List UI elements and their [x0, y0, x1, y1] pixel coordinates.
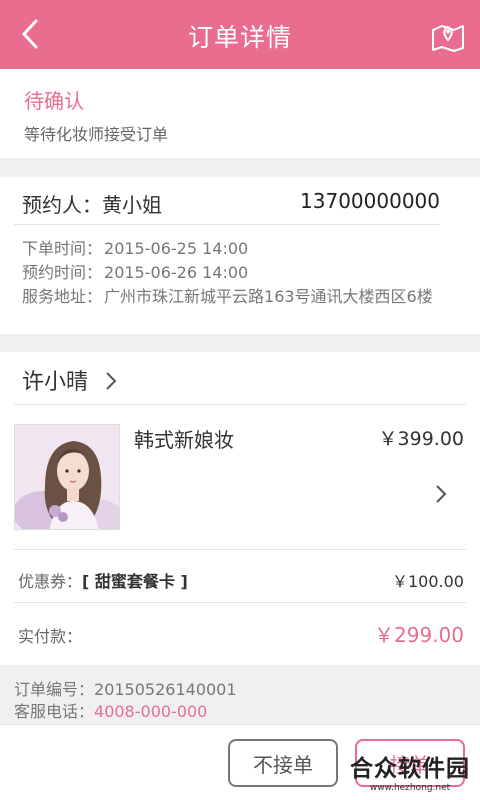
service-address: 广州市珠江新城平云路163号通讯大楼西区6楼: [104, 287, 433, 306]
order-status-desc: 等待化妆师接受订单: [24, 125, 169, 144]
order-number: 20150526140001: [94, 680, 237, 699]
coupon-amount: ￥100.00: [392, 572, 464, 591]
title-bar: 订单详情: [0, 0, 480, 69]
service-phone-row: 客服电话：4008-000-000: [14, 698, 207, 722]
product-section: 许小晴 韩式新娘妆 ￥399.00 优惠券：[ 甜蜜套餐卡 ] ￥100.00 …: [0, 352, 480, 665]
order-time-label: 下单时间：: [22, 239, 103, 258]
map-icon: [432, 25, 464, 52]
payment-amount: ￥299.00: [374, 623, 464, 647]
divider: [14, 224, 440, 225]
divider: [14, 602, 466, 603]
artist-name[interactable]: 许小晴: [22, 364, 88, 396]
order-status: 待确认: [24, 89, 84, 113]
service-phone-link[interactable]: 4008-000-000: [94, 702, 207, 721]
product-name[interactable]: 韩式新娘妆: [134, 424, 234, 453]
product-chevron-right-icon[interactable]: [434, 483, 448, 505]
booker-phone[interactable]: 13700000000: [300, 189, 440, 213]
divider: [14, 404, 466, 405]
product-price: ￥399.00: [378, 428, 464, 450]
reject-order-button[interactable]: 不接单: [228, 739, 338, 787]
page-title: 订单详情: [187, 23, 292, 52]
watermark: 合众软件园 www.hezhong.net: [346, 756, 474, 796]
watermark-url: www.hezhong.net: [369, 783, 451, 793]
watermark-text: 合众软件园: [350, 756, 470, 782]
status-section: 待确认 等待化妆师接受订单: [0, 69, 480, 158]
model-photo: [15, 425, 119, 529]
order-time: 2015-06-25 14:00: [104, 239, 249, 258]
product-image[interactable]: [14, 424, 120, 530]
order-time-row: 下单时间： 2015-06-25 14:00: [22, 235, 248, 259]
order-number-row: 订单编号：20150526140001: [14, 676, 237, 700]
appointment-time-label: 预约时间：: [22, 263, 103, 282]
order-number-label: 订单编号：: [14, 680, 95, 699]
payment-label: 实付款：: [18, 627, 83, 646]
appointment-time-row: 预约时间： 2015-06-26 14:00: [22, 259, 248, 283]
map-button[interactable]: [430, 18, 466, 52]
booking-section: 预约人：黄小姐 13700000000 下单时间： 2015-06-25 14:0…: [0, 177, 480, 334]
divider: [14, 549, 466, 550]
coupon-row: 优惠券：[ 甜蜜套餐卡 ]: [18, 568, 188, 592]
coupon-name: [ 甜蜜套餐卡 ]: [82, 572, 188, 591]
booker-name: 预约人：黄小姐: [22, 193, 162, 217]
artist-chevron-right-icon[interactable]: [104, 370, 118, 392]
address-row: 服务地址： 广州市珠江新城平云路163号通讯大楼西区6楼: [22, 283, 433, 307]
coupon-label: 优惠券：: [18, 572, 83, 591]
appointment-time: 2015-06-26 14:00: [104, 263, 249, 282]
service-phone-label: 客服电话：: [14, 702, 95, 721]
address-label: 服务地址：: [22, 287, 103, 306]
